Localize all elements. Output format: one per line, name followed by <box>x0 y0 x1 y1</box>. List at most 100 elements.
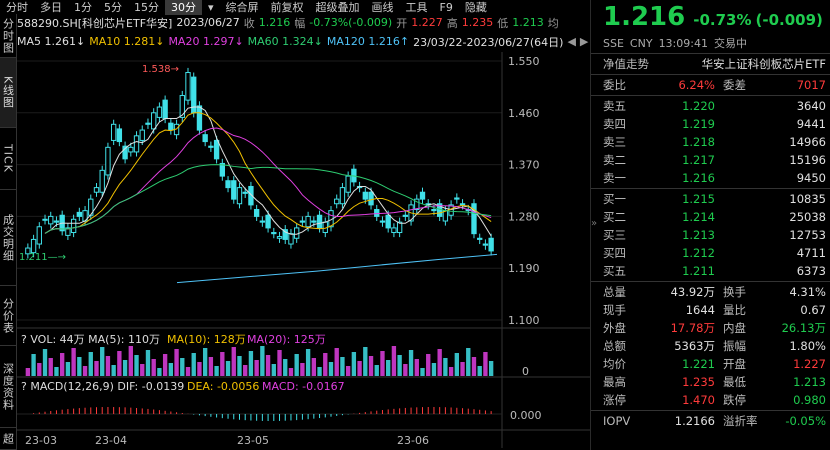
last-price: 1.216 <box>603 2 686 32</box>
candle <box>431 208 437 212</box>
kline-chart[interactable]: 1.550 1.460 1.370 1.280 1.190 1.100 1.538→ 1.21… <box>17 52 590 448</box>
change-pct: -0.73% <box>693 11 752 29</box>
ma-item-ma20: MA20 1.297↓ <box>168 35 244 48</box>
volume-bar <box>111 365 116 376</box>
volume-bar <box>145 350 151 376</box>
candle <box>391 227 397 234</box>
price-tick: 1.370 <box>508 159 540 172</box>
candle <box>488 237 494 252</box>
menu-item-11[interactable]: 工具 <box>400 0 434 15</box>
volume-bar <box>454 353 459 376</box>
volume-bar <box>403 364 408 376</box>
left-tab-2[interactable]: TICK <box>0 128 17 190</box>
volume-bar <box>323 353 328 376</box>
vol-axis: 0 <box>522 365 529 378</box>
prev-icon[interactable]: ◀ <box>567 35 575 48</box>
macd-axis: 0.000 <box>510 409 542 422</box>
candle <box>276 236 283 239</box>
bid-row: 买五 1.211 6373 <box>603 264 826 278</box>
volume-bar <box>414 359 419 376</box>
left-tab-3[interactable]: 成交明细 <box>0 190 17 286</box>
candle <box>139 129 145 141</box>
menu-item-4[interactable]: 15分 <box>128 0 165 15</box>
vol-ma10: MA(10): 128万 <box>167 333 246 346</box>
low-annotation: 1.211—→ <box>19 252 66 263</box>
menu-item-2[interactable]: 1分 <box>68 0 98 15</box>
candle <box>339 187 346 205</box>
volume-bar <box>340 357 345 376</box>
candle <box>299 220 306 223</box>
volume-bar <box>54 367 59 376</box>
volume-bar <box>283 359 288 376</box>
candle <box>53 220 60 223</box>
exchange: SSE <box>603 36 624 50</box>
volume-bar <box>134 355 139 376</box>
candle <box>253 208 260 217</box>
volume-bar <box>277 350 282 376</box>
candle <box>374 208 380 217</box>
candle <box>311 220 317 223</box>
menu-item-13[interactable]: 隐藏 <box>459 0 493 15</box>
volume-bar <box>460 362 465 376</box>
price-tick: 1.280 <box>508 210 540 223</box>
volume-bar <box>231 347 236 376</box>
candle <box>225 180 231 189</box>
stats-row: 总额 5363万 振幅 1.80% <box>603 339 826 353</box>
next-icon[interactable]: ▶ <box>580 35 588 48</box>
menu-item-12[interactable]: F9 <box>434 1 459 14</box>
volume-bar <box>300 363 305 376</box>
volume-bar <box>334 348 339 376</box>
volume-bar <box>151 359 156 376</box>
menu-item-3[interactable]: 5分 <box>98 0 128 15</box>
volume-bar <box>271 364 276 376</box>
candle <box>265 214 271 229</box>
bid-row: 买四 1.212 4711 <box>603 246 826 260</box>
volume-bar <box>71 348 76 376</box>
price-tick: 1.460 <box>508 107 540 120</box>
menu-item-8[interactable]: 前复权 <box>265 0 310 15</box>
stats-row: 最高 1.235 最低 1.213 <box>603 375 826 389</box>
volume-bar <box>25 368 31 376</box>
left-tab-4[interactable]: 分价表 <box>0 286 17 346</box>
volume-bar <box>243 365 248 376</box>
volume-bar <box>88 352 93 376</box>
header-change: -0.73%(-0.009) <box>309 16 393 29</box>
header-open: 1.227 <box>411 16 443 29</box>
menu-item-1[interactable]: 多日 <box>34 0 68 15</box>
menu-item-6[interactable]: ▾ <box>202 1 220 14</box>
candle <box>419 191 426 200</box>
candle <box>36 226 42 245</box>
fund-name-row[interactable]: 净值走势 华安上证科创板芯片ETF <box>591 55 830 73</box>
price-tick: 1.100 <box>508 314 540 327</box>
volume-bar <box>31 354 36 376</box>
candle <box>231 180 237 200</box>
expand-arrow-icon[interactable]: » <box>591 218 601 232</box>
left-tab-0[interactable]: 分时图 <box>0 14 17 58</box>
volume-bar <box>202 348 208 376</box>
left-tab-6[interactable]: 超 <box>0 428 17 450</box>
menu-item-10[interactable]: 画线 <box>366 0 400 15</box>
candle <box>213 139 220 160</box>
volume-bar <box>48 358 53 376</box>
volume-bar <box>168 363 174 376</box>
candle <box>116 128 123 143</box>
quote-header: 588290.SH[科创芯片ETF华安] 2023/06/27 收 1.216 幅… <box>17 16 559 30</box>
volume-bar <box>128 346 133 376</box>
left-tab-5[interactable]: 深度资料 <box>0 346 17 428</box>
volume-bar <box>431 363 437 376</box>
volume-bar <box>466 348 471 376</box>
ask-book: 卖五 1.220 3640 卖四 1.219 9441 卖三 1.218 14966 卖二 1.21… <box>591 97 830 187</box>
menu-item-7[interactable]: 综合屏 <box>220 0 265 15</box>
menu-item-0[interactable]: 分时 <box>0 0 34 15</box>
volume-bar <box>305 349 311 376</box>
stats-row: 涨停 1.470 跌停 0.980 <box>603 393 826 407</box>
candle <box>196 105 203 131</box>
menu-item-5[interactable]: 30分 <box>165 0 202 15</box>
menu-item-9[interactable]: 超级叠加 <box>310 0 366 15</box>
quote-time: 13:09:41 <box>658 36 708 50</box>
ma-legend: MA5 1.261↓ MA10 1.281↓ MA20 1.297↓ MA60 1.3… <box>17 34 590 49</box>
left-tab-1[interactable]: K线图 <box>0 58 17 128</box>
stats-row: 均价 1.221 开盘 1.227 <box>603 357 826 371</box>
volume-bar <box>94 361 99 376</box>
security-code: 588290.SH[科创芯片ETF华安] <box>17 16 173 30</box>
